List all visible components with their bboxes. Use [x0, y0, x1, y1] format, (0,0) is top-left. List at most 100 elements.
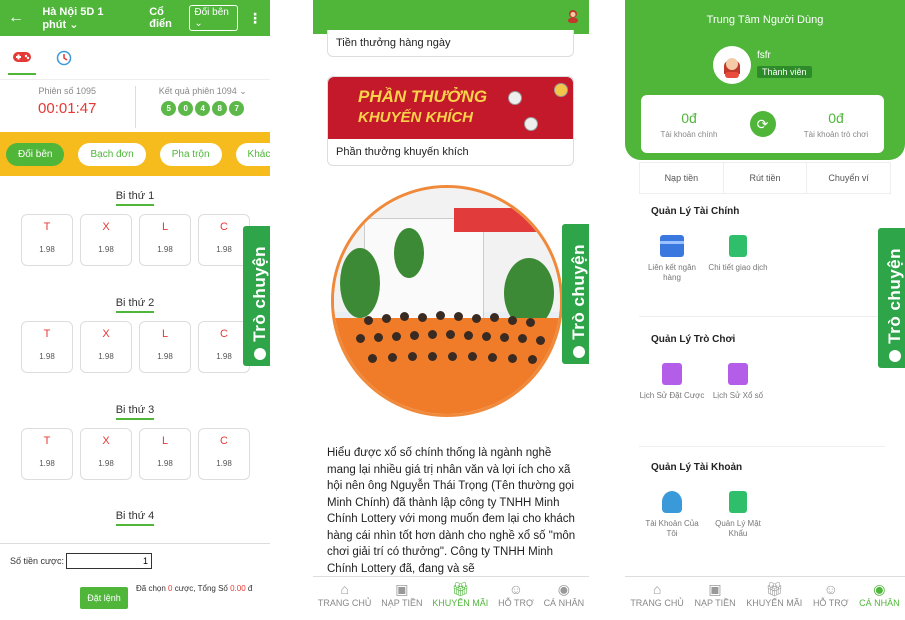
- lottery-history-item[interactable]: Lịch Sử Xổ số: [705, 363, 771, 401]
- transfer-button[interactable]: Chuyển ví: [807, 163, 890, 193]
- bet-option[interactable]: T 1.98: [21, 428, 73, 480]
- refresh-icon[interactable]: ⟳: [749, 111, 776, 137]
- nav-support[interactable]: ☺ HỖ TRỢ: [498, 581, 534, 608]
- finance-section: Quản Lý Tài Chính Liên kết ngân hàng Chi…: [639, 206, 885, 283]
- support-icon: ☺: [823, 581, 838, 597]
- wallet-actions: Nạp tiền Rút tiền Chuyển ví: [639, 162, 891, 194]
- deposit-icon: ▣: [395, 581, 409, 597]
- bet-option[interactable]: T 1.98: [21, 321, 73, 373]
- bet-group-1: Bi thứ 1 T 1.98 X 1.98 L 1.98 C 1.98: [0, 180, 270, 266]
- bet-history-item[interactable]: Lịch Sử Đặt Cược: [639, 363, 705, 401]
- section-title: Quản Lý Tài Khoản: [651, 462, 743, 473]
- game-balance-label: Tài khoản trò chơi: [803, 129, 869, 139]
- play-type-select[interactable]: Đối bên ⌄: [189, 5, 238, 31]
- promo-card-title: Phần thưởng khuyến khích: [336, 146, 469, 158]
- tab-doi-ben[interactable]: Đối bên: [6, 142, 65, 166]
- top-bar: ← Hà Nội 5D 1 phút ⌄ Cổ điển Đối bên ⌄ ⋮: [0, 0, 270, 36]
- page-title: Trung Tâm Người Dùng: [706, 14, 824, 26]
- member-badge: Thành viên: [757, 66, 812, 78]
- bet-option[interactable]: L 1.98: [139, 428, 191, 480]
- deposit-icon: ▣: [708, 581, 722, 597]
- game-balance: 0đ: [828, 109, 844, 126]
- mode-icons: [0, 36, 270, 80]
- promo-card-encourage[interactable]: PHẦN THƯỞNG KHUYẾN KHÍCH Phần thưởng khu…: [327, 76, 574, 166]
- avatar[interactable]: [713, 46, 751, 84]
- result-ball: 8: [212, 101, 228, 116]
- nav-support[interactable]: ☺ HỖ TRỢ: [813, 581, 849, 608]
- promotion-screen: Tiền thưởng hàng ngày PHẦN THƯỞNG KHUYẾN…: [313, 0, 589, 620]
- home-icon: ⌂: [652, 581, 662, 597]
- result-balls: 5 0 4 8 7: [136, 101, 271, 116]
- transaction-detail-item[interactable]: Chi tiết giao dịch: [705, 235, 771, 283]
- section-title: Quản Lý Tài Chính: [651, 206, 740, 217]
- mode-label[interactable]: Cổ điển: [149, 6, 183, 30]
- tab-khac[interactable]: Khác: [235, 142, 270, 166]
- group-title: Bi thứ 4: [115, 510, 155, 526]
- link-bank-item[interactable]: Liên kết ngân hàng: [639, 235, 705, 283]
- countdown-timer: 00:01:47: [38, 100, 97, 117]
- profile-icon: ◉: [557, 581, 570, 597]
- document-icon: [729, 235, 747, 257]
- chat-button[interactable]: Trò chuyện: [562, 224, 589, 364]
- period-info: Phiên số 1095 00:01:47 Kết quả phiên 109…: [0, 80, 270, 128]
- bet-option[interactable]: C 1.98: [198, 428, 250, 480]
- result-label[interactable]: Kết quả phiên 1094 ⌄: [136, 86, 271, 97]
- promo-banner: PHẦN THƯỞNG KHUYẾN KHÍCH: [328, 77, 573, 139]
- account-section: Quản Lý Tài Khoản Tài Khoản Của Tôi Quản…: [639, 462, 885, 539]
- deposit-button[interactable]: Nạp tiền: [640, 163, 724, 193]
- result-ball: 7: [229, 101, 245, 116]
- bet-option[interactable]: X 1.98: [80, 321, 132, 373]
- nav-home[interactable]: ⌂ TRANG CHỦ: [630, 581, 684, 608]
- more-menu-icon[interactable]: ⋮: [248, 10, 262, 27]
- password-item[interactable]: Quản Lý Mật Khẩu: [705, 491, 771, 539]
- tab-bach-don[interactable]: Bạch đơn: [78, 142, 146, 166]
- user-avatar-icon[interactable]: [567, 9, 579, 26]
- nav-deposit[interactable]: ▣ NẠP TIỀN: [381, 581, 422, 608]
- user-center-screen: Trung Tâm Người Dùng fsfr Thành viên 0đ …: [625, 0, 905, 620]
- group-title: Bi thứ 1: [115, 190, 155, 206]
- chat-button[interactable]: Trò chuyện: [243, 226, 270, 366]
- top-bar: [313, 0, 589, 34]
- bet-option[interactable]: X 1.98: [80, 214, 132, 266]
- withdraw-button[interactable]: Rút tiền: [724, 163, 808, 193]
- company-intro-text: Hiểu được xổ số chính thống là ngành ngh…: [327, 447, 576, 575]
- nav-profile[interactable]: ◉ CÁ NHÂN: [859, 581, 900, 608]
- nav-home[interactable]: ⌂ TRANG CHỦ: [318, 581, 372, 608]
- nav-promotion[interactable]: 🎁︎ KHUYẾN MÃI: [432, 581, 488, 608]
- period-label: Phiên số 1095: [38, 86, 97, 96]
- wallet-card: 0đ Tài khoản chính ⟳ 0đ Tài khoản trò ch…: [641, 95, 884, 153]
- gamepad-icon[interactable]: [8, 41, 36, 75]
- bet-group-2: Bi thứ 2 T 1.98 X 1.98 L 1.98 C 1.98: [0, 287, 270, 373]
- place-bet-button[interactable]: Đặt lệnh: [80, 587, 128, 609]
- bet-footer: Số tiền cược: Đã chọn 0 cược, Tổng Số 0.…: [0, 543, 270, 620]
- bottom-nav: ⌂ TRANG CHỦ ▣ NẠP TIỀN 🎁︎ KHUYẾN MÃI ☺ HỖ TR…: [313, 576, 589, 620]
- bet-option[interactable]: L 1.98: [139, 321, 191, 373]
- bet-option[interactable]: L 1.98: [139, 214, 191, 266]
- promo-card-daily[interactable]: Tiền thưởng hàng ngày: [327, 30, 574, 57]
- company-photo: [331, 185, 563, 417]
- nav-deposit[interactable]: ▣ NẠP TIỀN: [694, 581, 735, 608]
- nav-promotion[interactable]: 🎁︎ KHUYẾN MÃI: [746, 581, 802, 608]
- amount-label: Số tiền cược: [10, 556, 62, 566]
- user-icon: [662, 491, 682, 513]
- tab-pha-tron[interactable]: Pha trộn: [159, 142, 222, 166]
- back-arrow-icon[interactable]: ←: [8, 9, 28, 27]
- history-icon: [728, 363, 748, 385]
- nav-profile[interactable]: ◉ CÁ NHÂN: [544, 581, 585, 608]
- clock-icon[interactable]: [50, 41, 78, 75]
- game-title[interactable]: Hà Nội 5D 1 phút ⌄: [42, 6, 127, 31]
- my-account-item[interactable]: Tài Khoản Của Tôi: [639, 491, 705, 539]
- group-title: Bi thứ 2: [115, 297, 155, 313]
- main-balance-label: Tài khoản chính: [660, 129, 718, 139]
- chat-button[interactable]: Trò chuyện: [878, 228, 905, 368]
- amount-input[interactable]: [65, 553, 152, 569]
- bottom-nav: ⌂ TRANG CHỦ ▣ NẠP TIỀN 🎁︎ KHUYẾN MÃI ☺ HỖ TR…: [625, 576, 905, 620]
- bet-option[interactable]: X 1.98: [80, 428, 132, 480]
- bet-group-4: Bi thứ 4: [0, 500, 270, 526]
- promo-card-title: Tiền thưởng hàng ngày: [336, 37, 451, 49]
- bank-card-icon: [660, 235, 684, 257]
- user-header: Trung Tâm Người Dùng fsfr Thành viên 0đ …: [625, 0, 905, 160]
- bet-type-tabs: Đối bên Bạch đơn Pha trộn Khác: [0, 132, 270, 176]
- support-icon: ☺: [508, 581, 524, 597]
- bet-option[interactable]: T 1.98: [21, 214, 73, 266]
